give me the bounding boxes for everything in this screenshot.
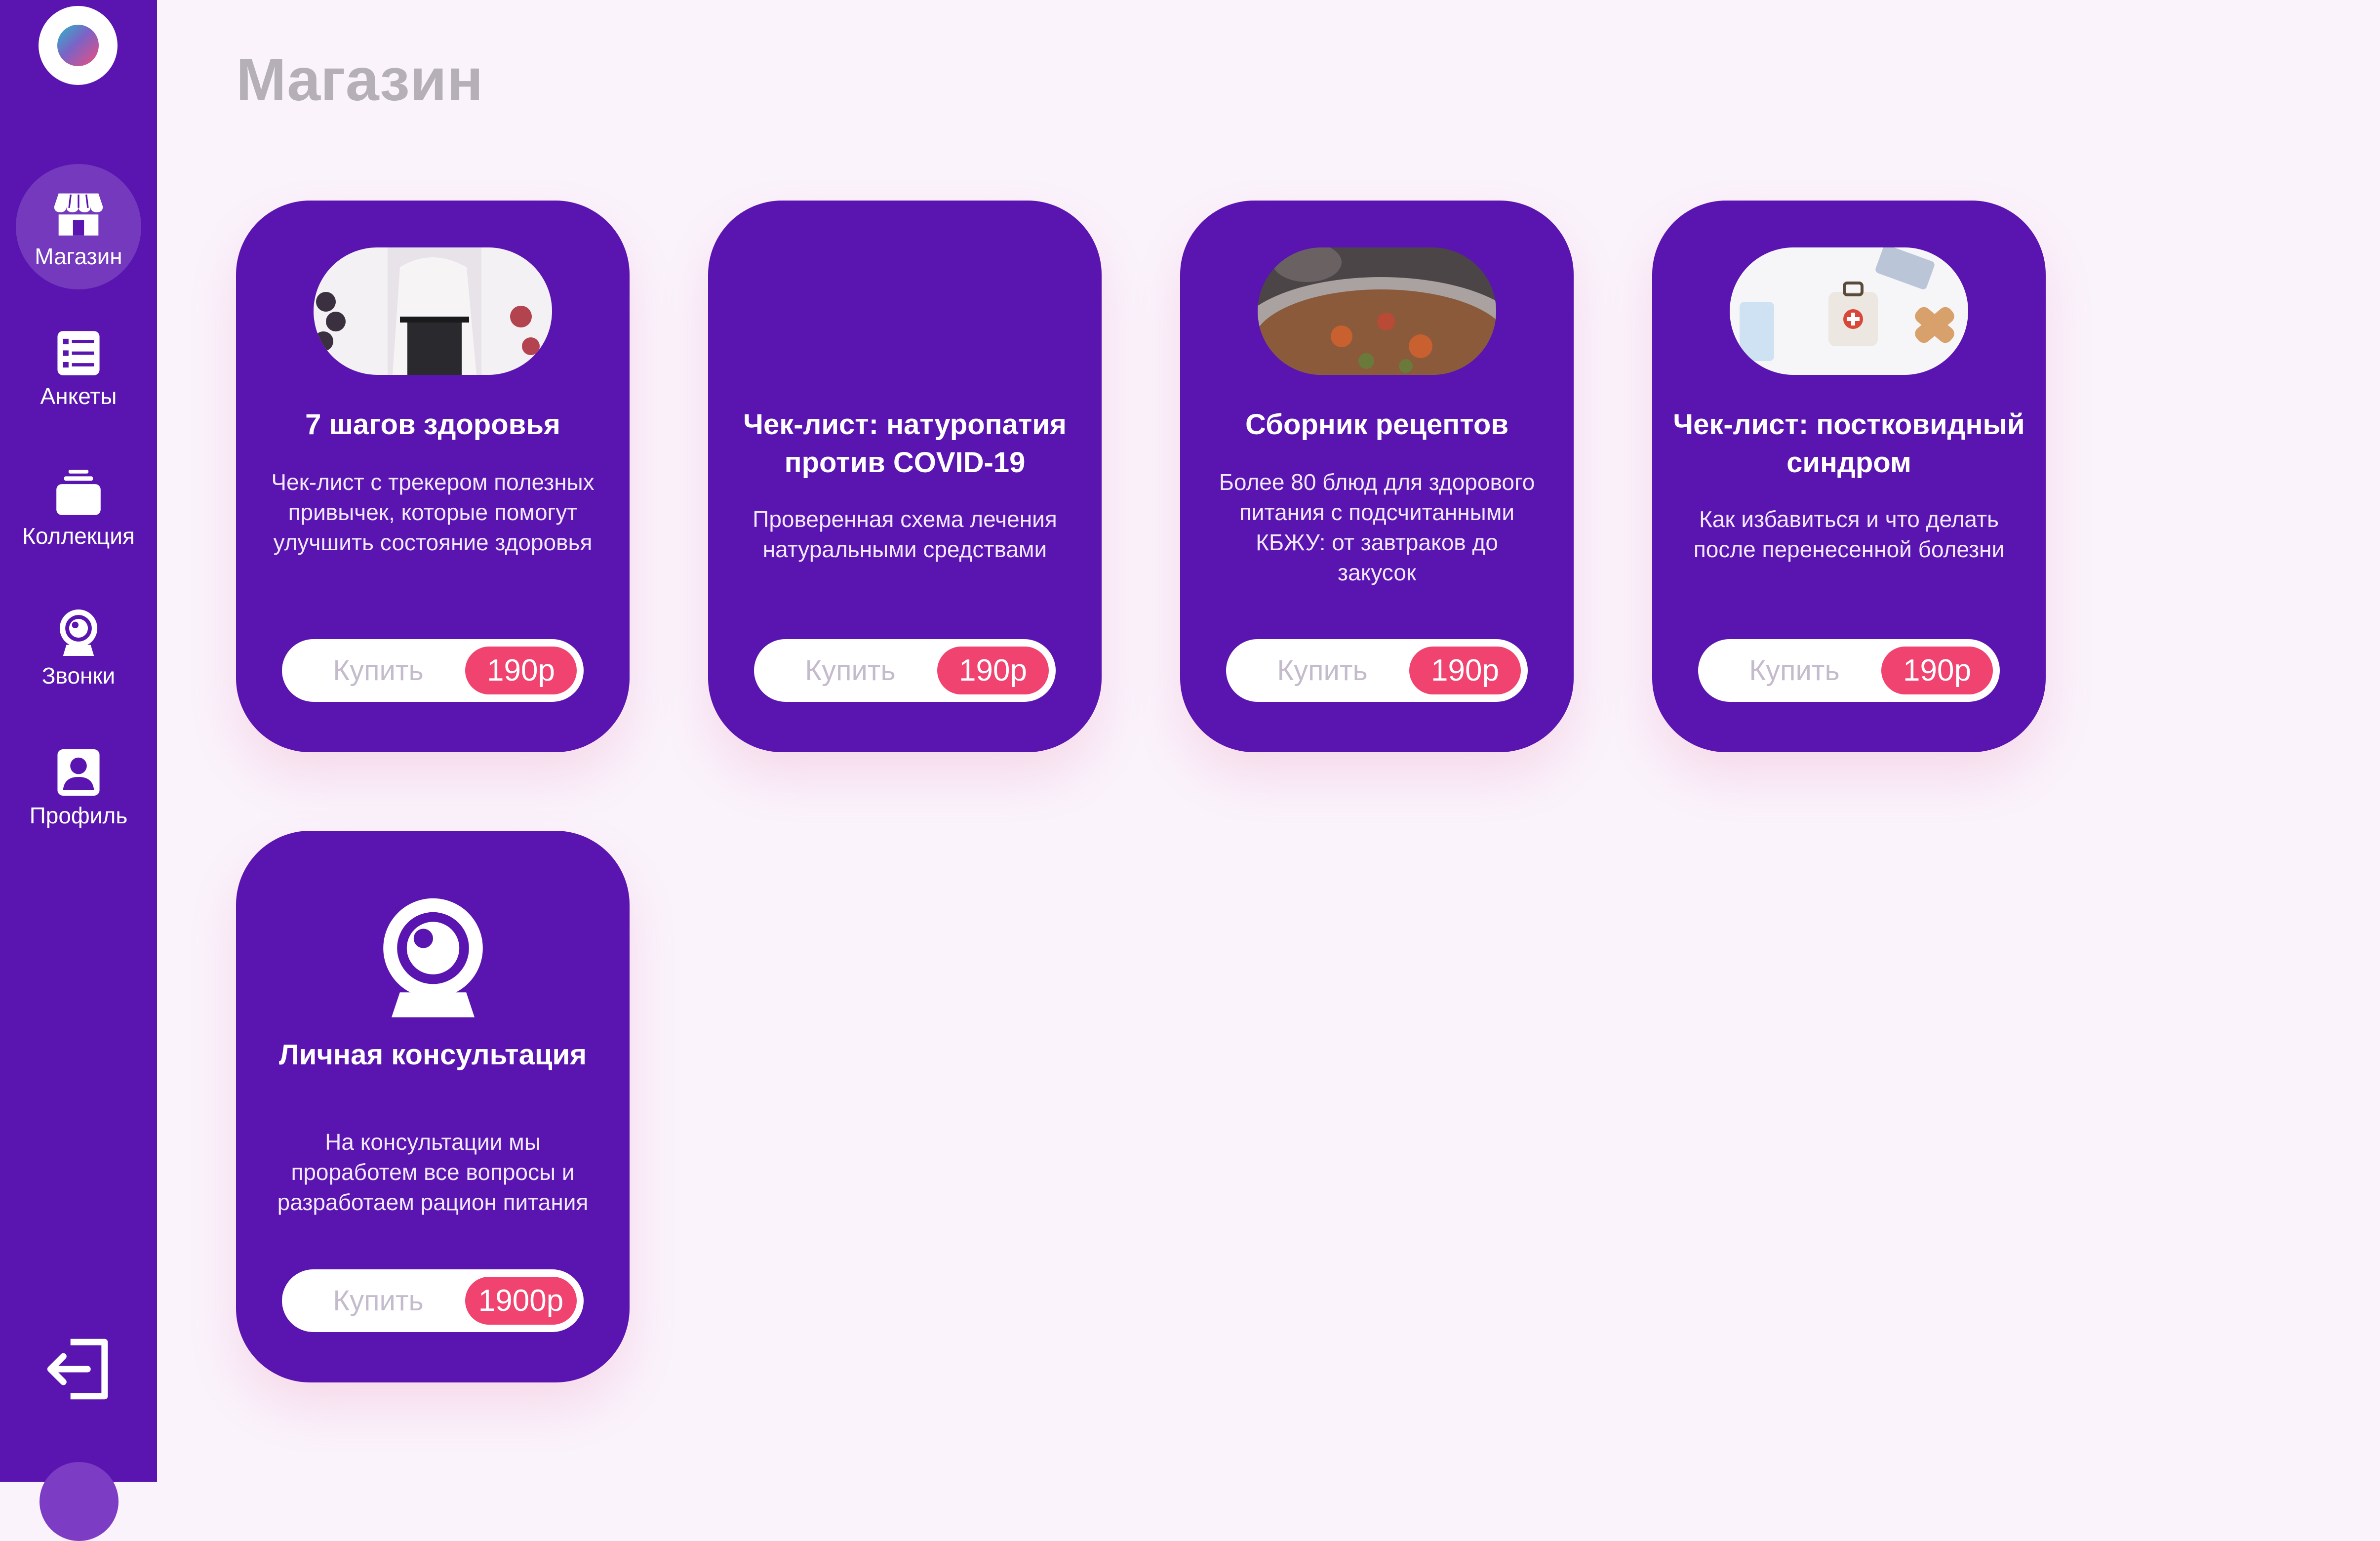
product-card: 7 шагов здоровья Чек-лист с трекером пол… — [236, 201, 630, 752]
buy-label: Купить — [805, 654, 896, 687]
profile-icon — [51, 745, 106, 800]
buy-label: Купить — [1277, 654, 1368, 687]
product-photo — [1258, 247, 1496, 375]
sidebar-item-label: Коллекция — [22, 523, 135, 549]
sidebar-item-questionnaires[interactable]: Анкеты — [16, 304, 141, 429]
product-description: Более 80 блюд для здорового питания с по… — [1219, 469, 1535, 585]
list-icon — [51, 325, 106, 381]
buy-button[interactable]: Купить 190р — [1698, 639, 2000, 702]
sidebar-item-store[interactable]: Магазин — [16, 164, 141, 289]
product-title: Личная консультация — [279, 1039, 587, 1071]
price-badge: 1900р — [465, 1277, 577, 1325]
sidebar: Магазин Анкеты Коллекция Звонки Профиль — [0, 0, 157, 1541]
sidebar-item-label: Магазин — [35, 243, 122, 269]
price-badge: 190р — [1409, 647, 1521, 694]
product-card: Личная консультация На консультации мы п… — [236, 831, 630, 1382]
sidebar-bottom-decoration — [40, 1462, 119, 1541]
page-title: Магазин — [236, 46, 483, 113]
buy-label: Купить — [333, 654, 424, 687]
buy-label: Купить — [1749, 654, 1840, 687]
product-description: На консультации мы проработем все вопрос… — [277, 1129, 589, 1215]
product-photo — [314, 247, 552, 375]
sidebar-item-profile[interactable]: Профиль — [16, 723, 141, 849]
product-card: Чек-лист: постковидный синдром Как избав… — [1652, 201, 2046, 752]
sidebar-item-collection[interactable]: Коллекция — [16, 444, 141, 569]
product-description: Чек-лист с трекером полезных привычек, к… — [271, 469, 595, 555]
buy-label: Купить — [333, 1285, 424, 1317]
product-description: Проверенная схема лечения натуральными с… — [753, 506, 1057, 562]
webcam-icon — [364, 890, 502, 1028]
app-logo[interactable] — [39, 6, 118, 85]
product-title: Чек-лист: натуропатия против COVID-19 — [743, 408, 1067, 479]
sidebar-item-label: Профиль — [29, 803, 128, 828]
logout-button[interactable] — [43, 1334, 115, 1405]
buy-button[interactable]: Купить 1900р — [282, 1269, 584, 1332]
buy-button[interactable]: Купить 190р — [754, 639, 1056, 702]
store-icon — [51, 186, 106, 241]
collection-icon — [51, 465, 106, 521]
product-title: Чек-лист: постковидный синдром — [1673, 408, 2025, 479]
buy-button[interactable]: Купить 190р — [282, 639, 584, 702]
sidebar-item-calls[interactable]: Звонки — [16, 583, 141, 709]
webcam-icon — [51, 605, 106, 660]
product-card: Сборник рецептов Более 80 блюд для здоро… — [1180, 201, 1574, 752]
price-badge: 190р — [465, 647, 577, 694]
product-title: 7 шагов здоровья — [305, 408, 560, 441]
price-badge: 190р — [937, 647, 1049, 694]
price-badge: 190р — [1881, 647, 1993, 694]
sidebar-item-label: Анкеты — [40, 383, 117, 409]
sidebar-item-label: Звонки — [41, 663, 116, 689]
product-title: Сборник рецептов — [1245, 408, 1508, 441]
logo-mark — [57, 25, 99, 66]
logout-icon — [43, 1338, 115, 1407]
product-description: Как избавиться и что делать после перене… — [1693, 506, 2005, 562]
product-photo — [1730, 247, 1968, 375]
buy-button[interactable]: Купить 190р — [1226, 639, 1528, 702]
product-card: Чек-лист: натуропатия против COVID-19 Пр… — [708, 201, 1102, 752]
